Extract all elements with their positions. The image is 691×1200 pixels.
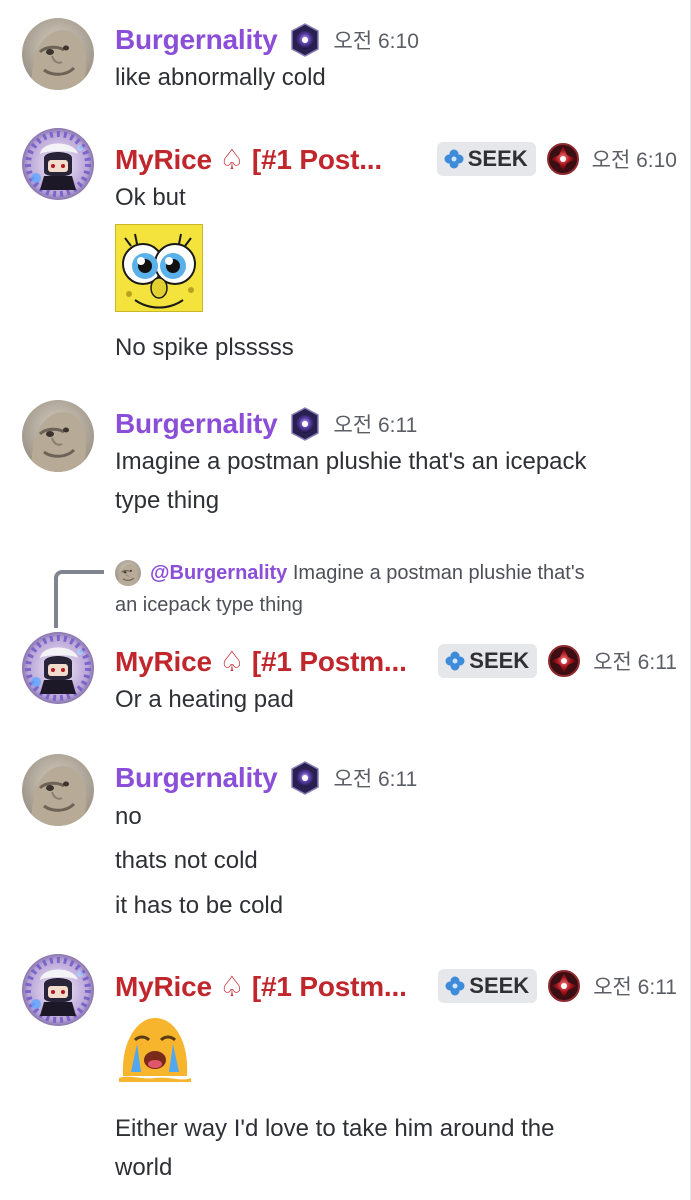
timestamp: 오전 6:11 bbox=[593, 976, 677, 999]
reply-avatar bbox=[115, 560, 141, 586]
message-text: no bbox=[115, 803, 142, 830]
stone-face-avatar-icon bbox=[22, 18, 94, 90]
timestamp: 오전 6:10 bbox=[333, 30, 419, 53]
spongebob-pleading-eyes-emoji-icon[interactable] bbox=[114, 223, 204, 317]
avatar-myrice[interactable] bbox=[22, 128, 94, 200]
reply-text-line: Imagine a postman plushie that's bbox=[292, 562, 585, 584]
message-header: MyRice ♤ [#1 Post... SEEK 오전 6:10 bbox=[115, 137, 677, 181]
author-name[interactable]: Burgernality bbox=[115, 24, 278, 56]
author-name[interactable]: MyRice ♤ [#1 Postm... bbox=[115, 645, 410, 678]
message-text: thats not cold bbox=[115, 847, 258, 874]
anime-character-avatar-icon bbox=[22, 632, 94, 704]
reply-text-line[interactable]: an icepack type thing bbox=[115, 588, 660, 622]
timestamp: 오전 6:11 bbox=[593, 651, 677, 674]
seek-tag[interactable]: SEEK bbox=[436, 142, 536, 176]
tag-label: SEEK bbox=[467, 146, 528, 171]
reply-preview[interactable]: @Burgernality Imagine a postman plushie … bbox=[150, 556, 691, 590]
crying-melting-face-emoji-icon[interactable] bbox=[115, 1012, 195, 1089]
purple-role-badge-icon bbox=[288, 761, 322, 795]
purple-role-badge-icon bbox=[288, 23, 322, 57]
red-role-badge-icon bbox=[547, 644, 581, 678]
timestamp: 오전 6:10 bbox=[591, 149, 677, 172]
message-header: MyRice ♤ [#1 Postm... SEEK 오전 6:11 bbox=[115, 964, 677, 1008]
message-text: Ok but bbox=[115, 184, 186, 211]
timestamp: 오전 6:11 bbox=[333, 414, 418, 437]
clover-icon bbox=[444, 975, 466, 997]
message-text: Either way I'd love to take him around t… bbox=[115, 1115, 555, 1142]
message-text: it has to be cold bbox=[115, 892, 284, 919]
avatar-burgernality[interactable] bbox=[22, 18, 94, 90]
message-header: Burgernality 오전 6:10 bbox=[115, 18, 677, 62]
clover-icon bbox=[443, 148, 465, 170]
timestamp: 오전 6:11 bbox=[333, 768, 418, 791]
reply-connector bbox=[54, 570, 104, 628]
avatar-burgernality[interactable] bbox=[22, 754, 94, 826]
anime-character-avatar-icon bbox=[22, 128, 94, 200]
red-role-badge-icon bbox=[546, 142, 580, 176]
message-text: world bbox=[115, 1154, 173, 1181]
avatar-myrice[interactable] bbox=[22, 954, 94, 1026]
author-name[interactable]: Burgernality bbox=[115, 408, 278, 440]
seek-tag[interactable]: SEEK bbox=[438, 644, 538, 678]
red-role-badge-icon bbox=[547, 969, 581, 1003]
message-text: type thing bbox=[115, 487, 220, 514]
message-text: No spike plsssss bbox=[115, 334, 294, 361]
message-text: Imagine a postman plushie that's an icep… bbox=[115, 448, 587, 475]
anime-character-avatar-icon bbox=[22, 954, 94, 1026]
author-name[interactable]: MyRice ♤ [#1 Post... bbox=[115, 143, 409, 176]
tag-label: SEEK bbox=[469, 973, 530, 998]
message-text: like abnormally cold bbox=[115, 64, 326, 91]
author-name[interactable]: MyRice ♤ [#1 Postm... bbox=[115, 970, 410, 1003]
purple-role-badge-icon bbox=[288, 407, 322, 441]
author-name[interactable]: Burgernality bbox=[115, 762, 278, 794]
stone-face-avatar-icon bbox=[115, 560, 141, 586]
message-header: MyRice ♤ [#1 Postm... SEEK 오전 6:11 bbox=[115, 639, 677, 683]
reply-author[interactable]: @Burgernality bbox=[150, 562, 287, 584]
message-header: Burgernality 오전 6:11 bbox=[115, 756, 677, 800]
avatar-myrice[interactable] bbox=[22, 632, 94, 704]
seek-tag[interactable]: SEEK bbox=[438, 969, 538, 1003]
message-header: Burgernality 오전 6:11 bbox=[115, 402, 677, 446]
stone-face-avatar-icon bbox=[22, 754, 94, 826]
avatar-burgernality[interactable] bbox=[22, 400, 94, 472]
clover-icon bbox=[444, 650, 466, 672]
tag-label: SEEK bbox=[469, 648, 530, 673]
stone-face-avatar-icon bbox=[22, 400, 94, 472]
message-text: Or a heating pad bbox=[115, 686, 294, 713]
